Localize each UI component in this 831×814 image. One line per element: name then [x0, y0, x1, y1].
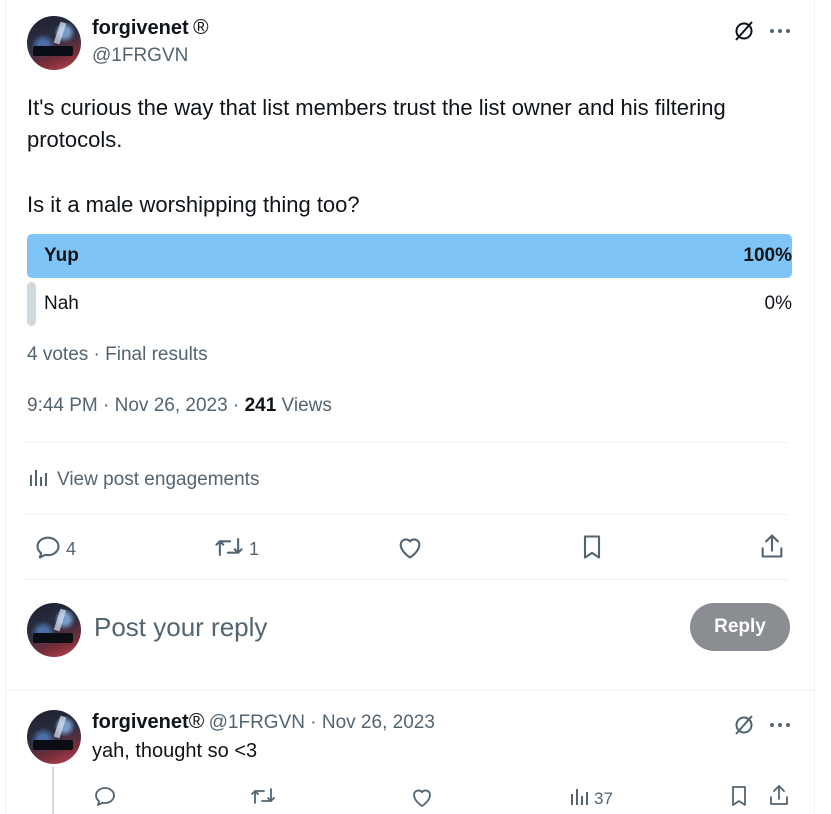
view-engagements-label: View post engagements: [57, 468, 260, 490]
user-avatar[interactable]: [27, 603, 81, 657]
author-display-name[interactable]: forgivenet: [92, 17, 189, 39]
repost-icon: [213, 533, 245, 566]
reply-text: yah, thought so <3: [92, 740, 258, 762]
author-name-row[interactable]: forgivenet ®: [92, 16, 209, 40]
post-meta: 9:44 PM · Nov 26, 2023 · 241 Views: [27, 395, 332, 417]
registered-badge: ®: [193, 16, 209, 39]
poll-option-nah: Nah 0%: [27, 282, 792, 326]
grok-icon[interactable]: [730, 711, 758, 739]
bookmark-icon[interactable]: [578, 533, 606, 561]
bookmark-icon[interactable]: [726, 783, 752, 809]
poll-bar-fill: [27, 282, 36, 326]
poll-option-label: Nah: [44, 293, 79, 314]
post-text-line: protocols.: [27, 127, 123, 152]
views-label: Views: [276, 395, 332, 416]
repost-count: 1: [249, 539, 260, 559]
reply-count: 4: [66, 539, 77, 559]
thread-line: [52, 767, 54, 814]
divider: [22, 514, 788, 515]
reply-views-action[interactable]: 37: [568, 785, 613, 812]
repost-icon[interactable]: [248, 783, 278, 809]
reply-author-avatar[interactable]: [27, 710, 81, 764]
reply-handle-date[interactable]: @1FRGVN · Nov 26, 2023: [209, 712, 435, 733]
analytics-icon: [27, 466, 49, 493]
reply-views-count: 37: [594, 788, 613, 808]
author-handle[interactable]: @1FRGVN: [92, 45, 188, 67]
post-text-line: Is it a male worshipping thing too?: [27, 192, 360, 217]
share-icon[interactable]: [766, 782, 792, 808]
divider: [22, 442, 788, 443]
reply-display-name[interactable]: forgivenet: [92, 711, 189, 733]
reply-icon: [34, 533, 62, 566]
analytics-icon: [568, 785, 590, 812]
poll-option-label: Yup: [44, 245, 79, 266]
author-avatar[interactable]: [27, 16, 81, 70]
repost-action[interactable]: 1: [213, 533, 259, 566]
post-text-line: It's curious the way that list members t…: [27, 95, 726, 120]
reply-icon[interactable]: [92, 783, 118, 809]
reply-header: forgivenet® @1FRGVN · Nov 26, 2023: [92, 710, 435, 734]
post-text: It's curious the way that list members t…: [27, 92, 807, 221]
poll-option-percent: 0%: [764, 293, 792, 314]
view-engagements-link[interactable]: View post engagements: [27, 466, 259, 493]
reply-action[interactable]: 4: [34, 533, 76, 566]
more-options-icon[interactable]: [766, 17, 794, 45]
like-icon[interactable]: [396, 533, 424, 561]
more-options-icon[interactable]: [766, 711, 794, 739]
registered-badge: ®: [188, 710, 205, 733]
views-count: 241: [244, 395, 277, 416]
reply-input[interactable]: Post your reply: [94, 612, 267, 643]
poll-option-percent: 100%: [743, 245, 792, 266]
grok-icon[interactable]: [730, 17, 758, 45]
reply-button[interactable]: Reply: [690, 603, 790, 651]
like-icon[interactable]: [409, 784, 435, 810]
poll-summary: 4 votes · Final results: [27, 344, 208, 365]
divider: [5, 690, 815, 691]
share-icon[interactable]: [758, 532, 786, 560]
post-timestamp[interactable]: 9:44 PM · Nov 26, 2023 ·: [27, 395, 245, 416]
poll-option-yup: Yup 100%: [27, 234, 792, 278]
poll-bar-fill: [27, 234, 792, 278]
divider: [22, 579, 788, 580]
